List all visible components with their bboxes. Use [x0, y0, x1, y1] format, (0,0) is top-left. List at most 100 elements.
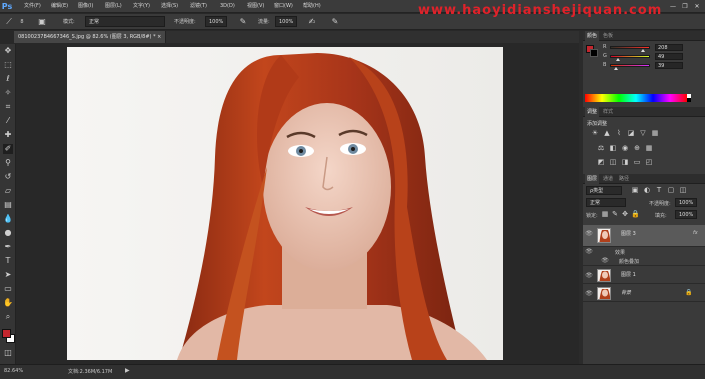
hand-icon[interactable]: ✋ — [3, 298, 13, 308]
visibility-eye-icon[interactable]: 👁 — [585, 290, 593, 298]
b-slider-handle[interactable] — [614, 67, 619, 70]
quick-select-icon[interactable]: ✧ — [3, 88, 13, 98]
shape-icon[interactable]: ▭ — [3, 284, 13, 294]
mode-select[interactable]: 正常 — [85, 16, 165, 27]
zoom-level[interactable]: 82.64% — [4, 368, 23, 374]
hsl-icon[interactable]: ▦ — [651, 129, 659, 137]
eraser-icon[interactable]: ▱ — [3, 186, 13, 196]
visibility-eye-icon[interactable]: 👁 — [585, 230, 593, 238]
layer-name[interactable]: 背景 — [621, 289, 631, 296]
quick-mask-icon[interactable]: ◫ — [3, 348, 13, 358]
spectrum-black[interactable] — [687, 98, 691, 102]
r-value[interactable]: 208 — [655, 44, 683, 51]
move-icon[interactable]: ✥ — [3, 46, 13, 56]
dodge-icon[interactable]: ● — [3, 228, 13, 238]
filter-pixel-icon[interactable]: ▣ — [631, 186, 639, 194]
status-arrow-icon[interactable]: ▶ — [125, 367, 130, 374]
effect-eye-icon[interactable]: 👁 — [601, 257, 609, 265]
crop-icon[interactable]: ⌗ — [3, 102, 13, 112]
fx-badge[interactable]: fx — [693, 230, 698, 236]
zoom-icon[interactable]: ⌕ — [3, 312, 13, 322]
lock-transparent-icon[interactable]: ▦ — [601, 210, 609, 218]
fill-input[interactable]: 100% — [675, 210, 697, 219]
vibrance-icon[interactable]: ▽ — [639, 129, 647, 137]
blend-mode-select[interactable]: 正常 — [586, 198, 626, 207]
menu-3d[interactable]: 3D(D) — [220, 0, 235, 13]
marquee-icon[interactable]: ⬚ — [3, 60, 13, 70]
invert-icon[interactable]: ◩ — [597, 158, 605, 166]
tab-swatches[interactable]: 色板 — [601, 31, 615, 41]
menu-help[interactable]: 帮助(H) — [303, 0, 321, 13]
menu-type[interactable]: 文字(Y) — [133, 0, 150, 13]
curves-icon[interactable]: ⌇ — [615, 129, 623, 137]
menu-edit[interactable]: 编辑(E) — [51, 0, 68, 13]
layer-row-background[interactable]: 👁 背景 🔒 — [583, 285, 705, 302]
photo-filter-icon[interactable]: ◉ — [621, 144, 629, 152]
close-button[interactable]: ✕ — [691, 0, 703, 13]
layer-row-1[interactable]: 👁 图层 1 — [583, 267, 705, 284]
blur-icon[interactable]: 💧 — [3, 214, 13, 224]
lock-position-icon[interactable]: ✥ — [621, 210, 629, 218]
tab-channels[interactable]: 通道 — [601, 174, 615, 184]
black-white-icon[interactable]: ◧ — [609, 144, 617, 152]
close-tab-icon[interactable]: × — [157, 34, 161, 40]
brightness-icon[interactable]: ☀ — [591, 129, 599, 137]
lock-image-icon[interactable]: ✎ — [611, 210, 619, 218]
menu-file[interactable]: 文件(F) — [24, 0, 41, 13]
menu-layer[interactable]: 图层(L) — [105, 0, 122, 13]
gradient-icon[interactable]: ▤ — [3, 200, 13, 210]
filter-adjust-icon[interactable]: ◐ — [643, 186, 651, 194]
type-icon[interactable]: T — [3, 256, 13, 266]
maximize-button[interactable]: ❐ — [679, 0, 691, 13]
brush-size-value[interactable]: 8 — [17, 17, 27, 27]
document-tab[interactable]: 08100237B4667346_S.jpg @ 82.6% (图层 3, RG… — [14, 31, 167, 43]
filter-type-icon[interactable]: T — [655, 186, 663, 194]
filter-shape-icon[interactable]: ▢ — [667, 186, 675, 194]
path-select-icon[interactable]: ➤ — [3, 270, 13, 280]
brush-icon[interactable]: ✐ — [3, 144, 13, 154]
menu-image[interactable]: 图像(I) — [78, 0, 93, 13]
pen-icon[interactable]: ✒ — [3, 242, 13, 252]
brush-panel-icon[interactable]: ▣ — [37, 17, 47, 27]
pressure-opacity-icon[interactable]: ✎ — [238, 17, 248, 27]
g-value[interactable]: 49 — [655, 53, 683, 60]
opacity-input[interactable]: 100% — [205, 16, 227, 27]
color-spectrum-bar[interactable] — [585, 94, 687, 102]
r-slider-handle[interactable] — [640, 49, 645, 52]
tab-layers[interactable]: 图层 — [585, 174, 600, 184]
posterize-icon[interactable]: ◫ — [609, 158, 617, 166]
levels-icon[interactable]: ▲ — [603, 129, 611, 137]
color-balance-icon[interactable]: ⚖ — [597, 144, 605, 152]
airbrush-icon[interactable]: ✍ — [307, 17, 317, 27]
tab-paths[interactable]: 路径 — [617, 174, 631, 184]
clone-stamp-icon[interactable]: ⚲ — [3, 158, 13, 168]
filter-smart-icon[interactable]: ◫ — [679, 186, 687, 194]
color-lookup-icon[interactable]: ▦ — [645, 144, 653, 152]
foreground-color-swatch[interactable] — [2, 329, 11, 338]
minimize-button[interactable]: — — [667, 0, 679, 13]
selective-color-icon[interactable]: ◰ — [645, 158, 653, 166]
menu-window[interactable]: 窗口(W) — [274, 0, 293, 13]
g-slider-handle[interactable] — [615, 58, 620, 61]
lasso-icon[interactable]: ℓ — [3, 74, 13, 84]
tab-styles[interactable]: 样式 — [601, 107, 615, 117]
exposure-icon[interactable]: ◪ — [627, 129, 635, 137]
layer-name[interactable]: 图层 3 — [621, 230, 636, 237]
effects-eye-icon[interactable]: 👁 — [585, 248, 593, 256]
layer-filter-select[interactable]: ρ类型 — [586, 186, 622, 195]
layer-opacity-input[interactable]: 100% — [675, 198, 697, 207]
visibility-eye-icon[interactable]: 👁 — [585, 272, 593, 280]
brush-preset-icon[interactable]: ⟋ — [4, 17, 14, 27]
menu-view[interactable]: 视图(V) — [247, 0, 264, 13]
threshold-icon[interactable]: ◨ — [621, 158, 629, 166]
lock-all-icon[interactable]: 🔒 — [631, 210, 640, 218]
pressure-size-icon[interactable]: ✎ — [330, 17, 340, 27]
channel-mixer-icon[interactable]: ⊕ — [633, 144, 641, 152]
menu-filter[interactable]: 滤镜(T) — [190, 0, 207, 13]
history-brush-icon[interactable]: ↺ — [3, 172, 13, 182]
effect-item-row[interactable]: 👁 颜色叠加 — [583, 256, 705, 266]
eyedropper-icon[interactable]: ⁄ — [3, 116, 13, 126]
layer-row-3[interactable]: 👁 图层 3 fx — [583, 225, 705, 247]
tab-color[interactable]: 颜色 — [585, 31, 600, 41]
healing-icon[interactable]: ✚ — [3, 130, 13, 140]
